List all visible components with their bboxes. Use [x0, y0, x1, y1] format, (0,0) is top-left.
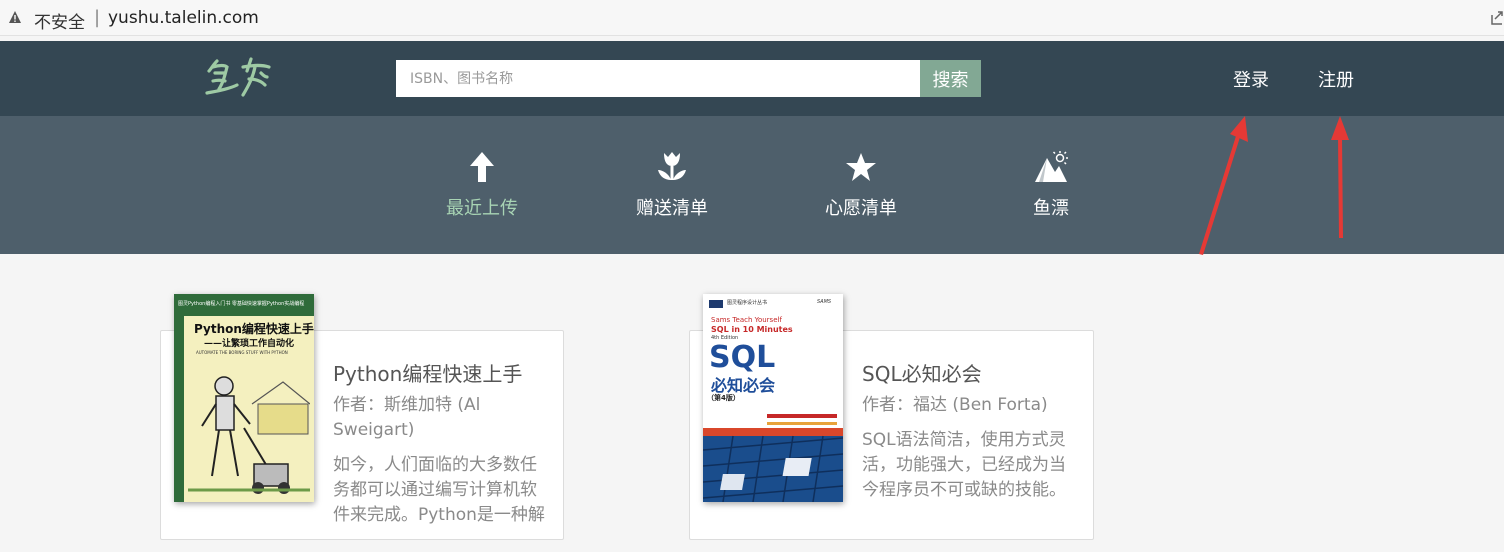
nav-wish-list-label: 心愿清单: [825, 198, 897, 219]
login-link[interactable]: 登录: [1233, 66, 1269, 92]
share-icon[interactable]: [1490, 9, 1504, 25]
security-label[interactable]: 不安全: [34, 8, 85, 33]
cover-keyboard-image: [703, 428, 843, 502]
nav-fish-float-label: 鱼漂: [1033, 198, 1069, 219]
nav-wish-list[interactable]: 心愿清单: [801, 150, 921, 220]
book-cover-python[interactable]: 图灵Python编程入门书 零基础快速掌握Python实战编程 Python编程…: [174, 294, 314, 502]
book-author: 作者：福达 (Ben Forta): [862, 395, 1048, 415]
category-nav: [0, 116, 1504, 254]
book-summary: 如今，人们面临的大多数任务都可以通过编写计算机软件来完成。Python是一种解: [333, 455, 545, 525]
nav-recent-uploads-label: 最近上传: [446, 198, 518, 219]
nav-gift-list[interactable]: 赠送清单: [612, 150, 732, 220]
book-cover-sql[interactable]: 图灵程序设计丛书 SAMS Sams Teach Yourself SQL in…: [703, 294, 843, 502]
yushu-logo[interactable]: [203, 55, 277, 101]
mountain-sun-icon: [1035, 151, 1068, 182]
cover-edition-cn: （第4版）: [707, 394, 740, 402]
cover-subtitle: ——让繁琐工作自动化: [204, 339, 295, 349]
star-icon: [846, 153, 876, 181]
register-link[interactable]: 注册: [1318, 66, 1354, 92]
book-title[interactable]: SQL必知必会: [862, 358, 982, 387]
search-button[interactable]: 搜索: [920, 60, 981, 97]
book-summary: SQL语法简洁，使用方式灵活，功能强大，已经成为当今程序员不可或缺的技能。: [862, 430, 1066, 500]
cover-top-line: 图灵Python编程入门书 零基础快速掌握Python实战编程: [178, 301, 305, 307]
browser-address-bar: 不安全 | yushu.talelin.com: [0, 0, 1504, 36]
warning-icon[interactable]: [8, 10, 22, 24]
robot-illustration: [188, 364, 310, 498]
cover-sams-line: Sams Teach Yourself: [711, 316, 782, 324]
address-separator: |: [94, 7, 101, 28]
flower-icon: [658, 152, 686, 180]
search-input[interactable]: [396, 60, 920, 97]
nav-recent-uploads[interactable]: 最近上传: [422, 150, 542, 220]
book-title[interactable]: Python编程快速上手: [333, 358, 522, 387]
cover-english-title: AUTOMATE THE BORING STUFF WITH PYTHON: [196, 350, 288, 355]
nav-gift-list-label: 赠送清单: [636, 198, 708, 219]
url-text[interactable]: yushu.talelin.com: [108, 8, 259, 28]
upload-arrow-icon: [470, 152, 494, 182]
book-author: 作者：斯维加特 (Al Sweigart): [333, 395, 481, 440]
cover-series: 图灵程序设计丛书: [727, 300, 768, 306]
nav-fish-float[interactable]: 鱼漂: [991, 150, 1111, 220]
cover-publisher: SAMS: [817, 299, 832, 305]
cover-big-title: SQL: [709, 340, 776, 375]
cover-english-title: SQL in 10 Minutes: [711, 325, 793, 334]
cover-title: Python编程快速上手: [194, 322, 314, 336]
